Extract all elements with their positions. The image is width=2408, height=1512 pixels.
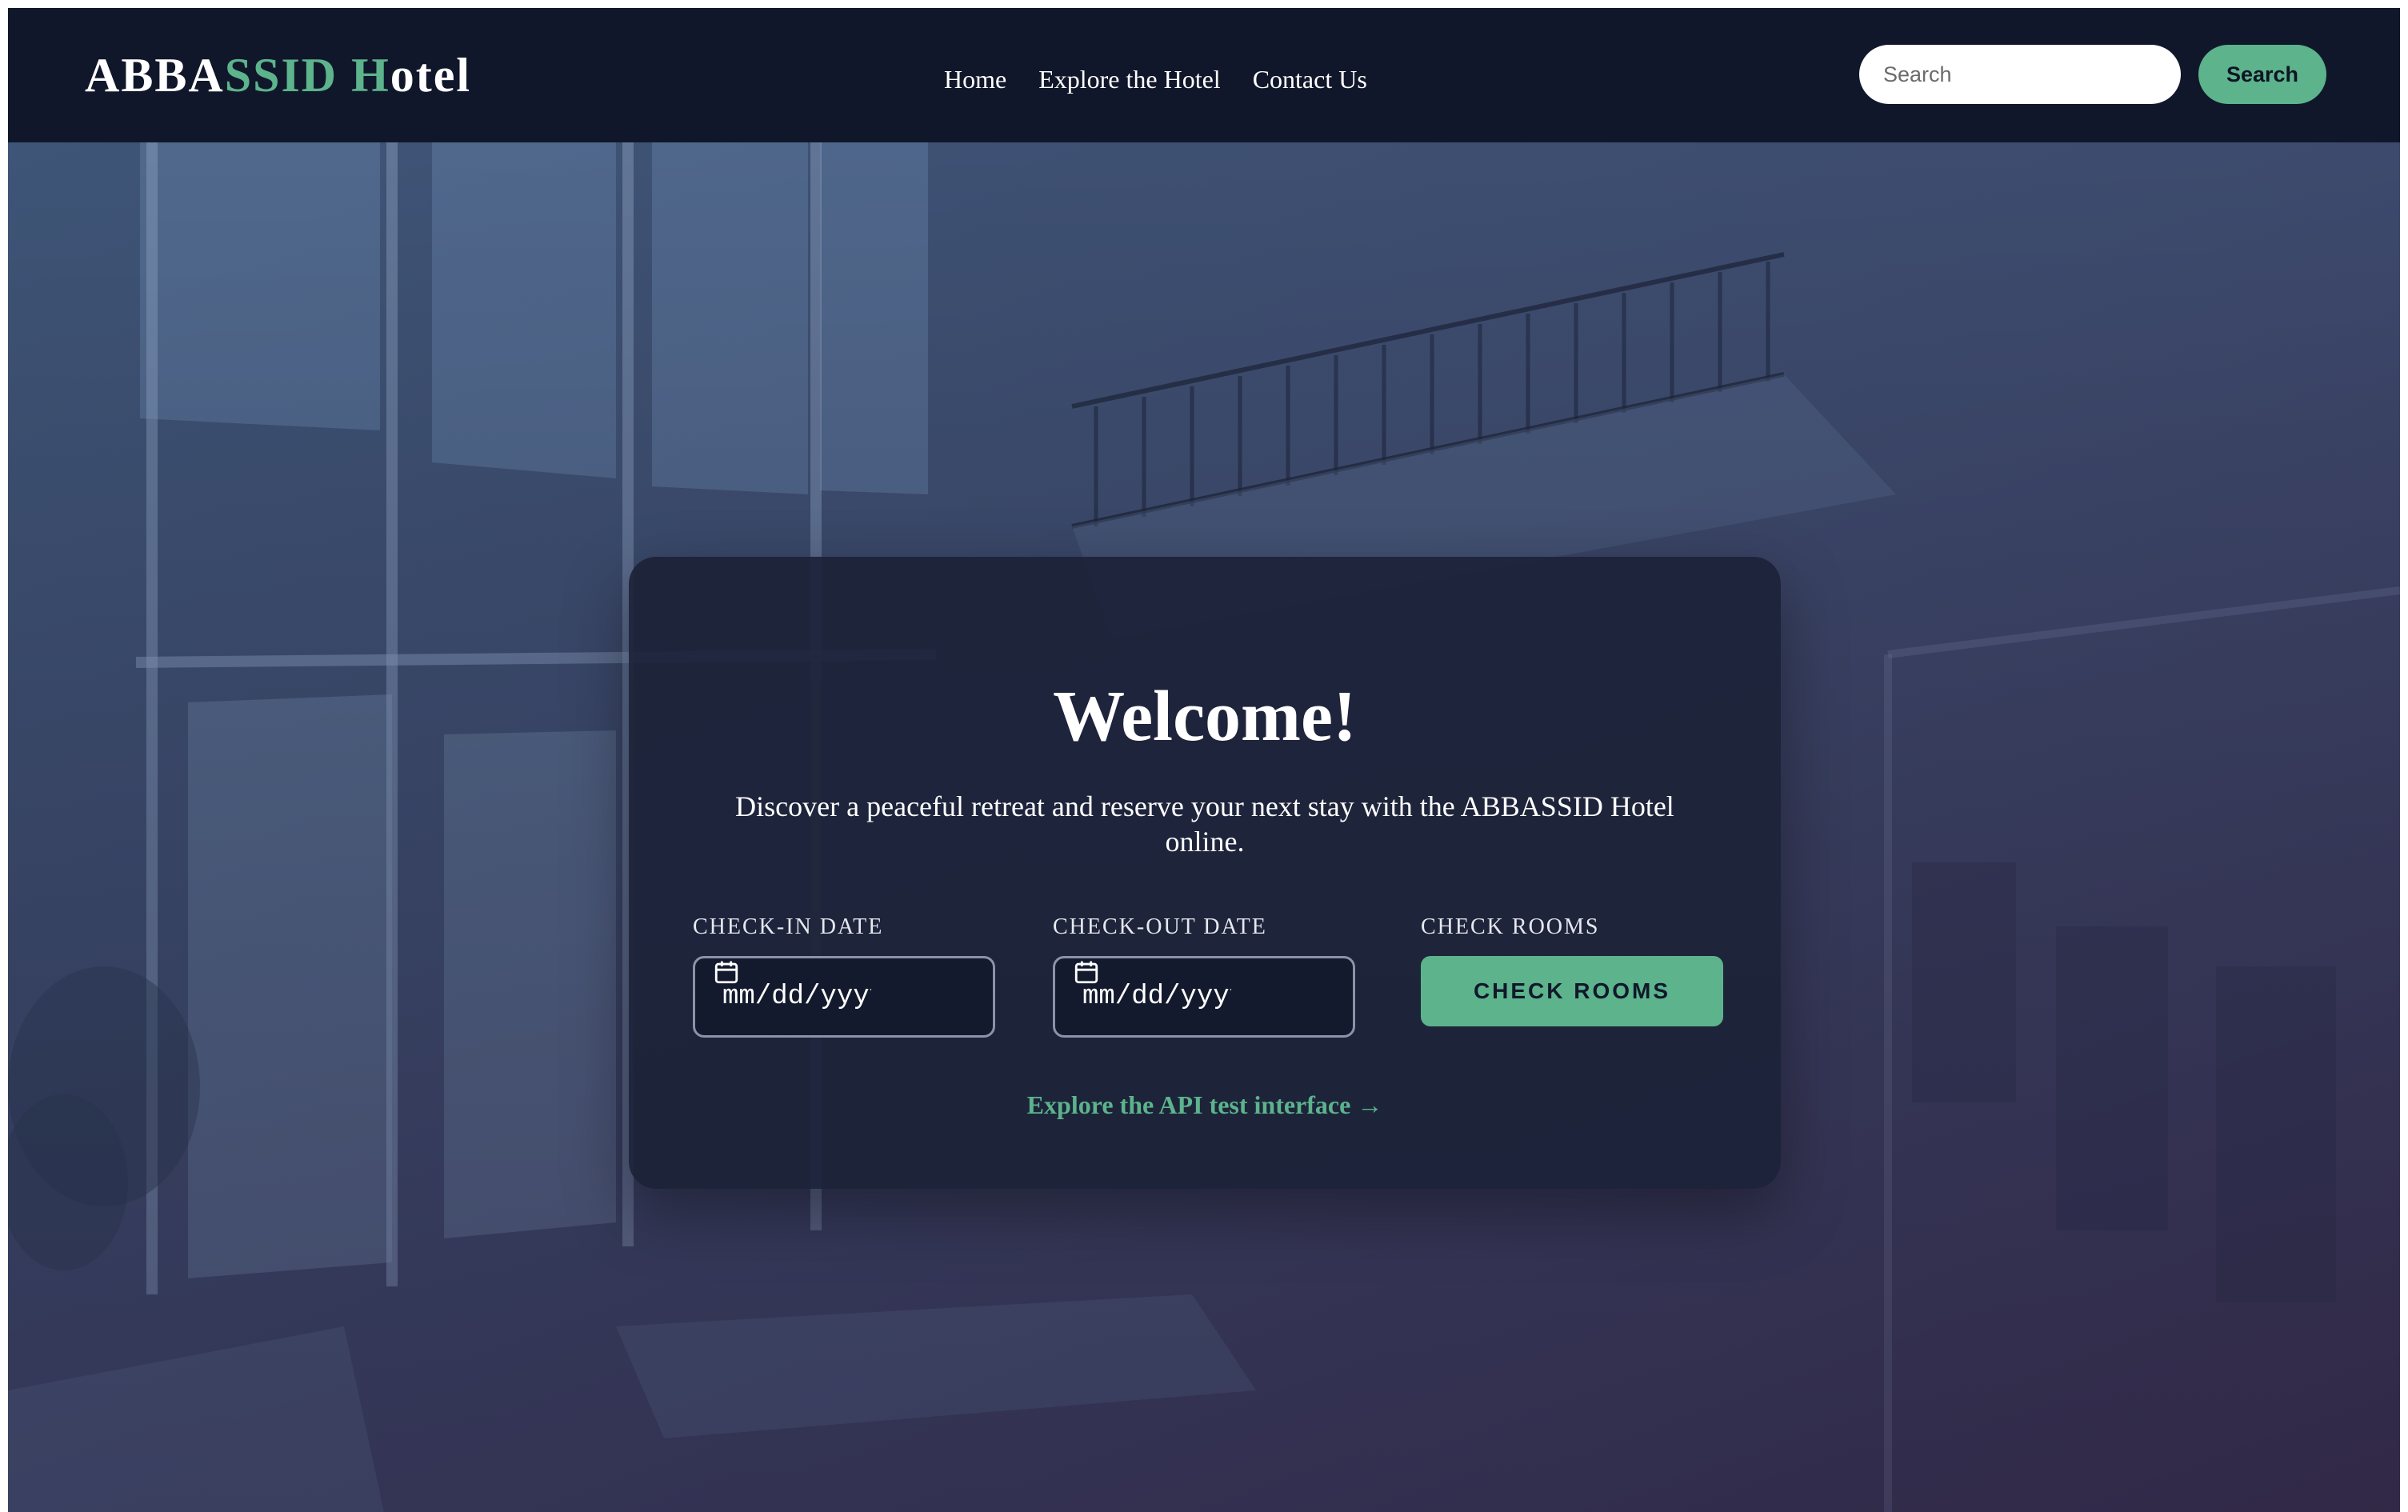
top-navbar: ABBASSID Hotel Home Explore the Hotel Co… <box>8 8 2400 142</box>
page-frame: ABBASSID Hotel Home Explore the Hotel Co… <box>8 8 2400 1512</box>
checkout-date-input[interactable]: mm/dd/yyyy <box>1053 956 1355 1038</box>
welcome-title: Welcome! <box>1053 677 1357 756</box>
checkin-label: CHECK-IN DATE <box>693 914 884 939</box>
nav-link-explore-hotel[interactable]: Explore the Hotel <box>1038 64 1220 94</box>
calendar-icon[interactable] <box>713 958 740 986</box>
api-test-link[interactable]: Explore the API test interface → <box>629 1090 1781 1120</box>
brand-space <box>338 49 351 102</box>
check-rooms-button[interactable]: CHECK ROOMS <box>1421 956 1723 1026</box>
hero-section: Welcome! Discover a peaceful retreat and… <box>8 142 2400 1512</box>
check-rooms-label: CHECK ROOMS <box>1421 914 1600 939</box>
brand-logo[interactable]: ABBASSID Hotel <box>85 46 471 104</box>
brand-part-1: ABBA <box>85 49 225 102</box>
booking-card: Welcome! Discover a peaceful retreat and… <box>629 557 1781 1189</box>
nav-link-contact-us[interactable]: Contact Us <box>1253 64 1367 94</box>
calendar-icon[interactable] <box>1073 958 1100 986</box>
checkout-date-value: mm/dd/yyyy <box>1082 982 1231 1012</box>
nav-link-home[interactable]: Home <box>944 64 1006 94</box>
welcome-subtitle: Discover a peaceful retreat and reserve … <box>735 790 1674 858</box>
brand-part-2: SSID <box>224 49 338 102</box>
checkout-label: CHECK-OUT DATE <box>1053 914 1267 939</box>
search-input[interactable] <box>1859 45 2181 104</box>
checkin-date-input[interactable]: mm/dd/yyyy <box>693 956 995 1038</box>
brand-part-3: H <box>351 49 390 102</box>
search-button[interactable]: Search <box>2198 45 2326 104</box>
brand-part-4: otel <box>390 49 472 102</box>
checkin-date-value: mm/dd/yyyy <box>722 982 871 1012</box>
main-nav: Home Explore the Hotel Contact Us <box>944 64 1367 94</box>
